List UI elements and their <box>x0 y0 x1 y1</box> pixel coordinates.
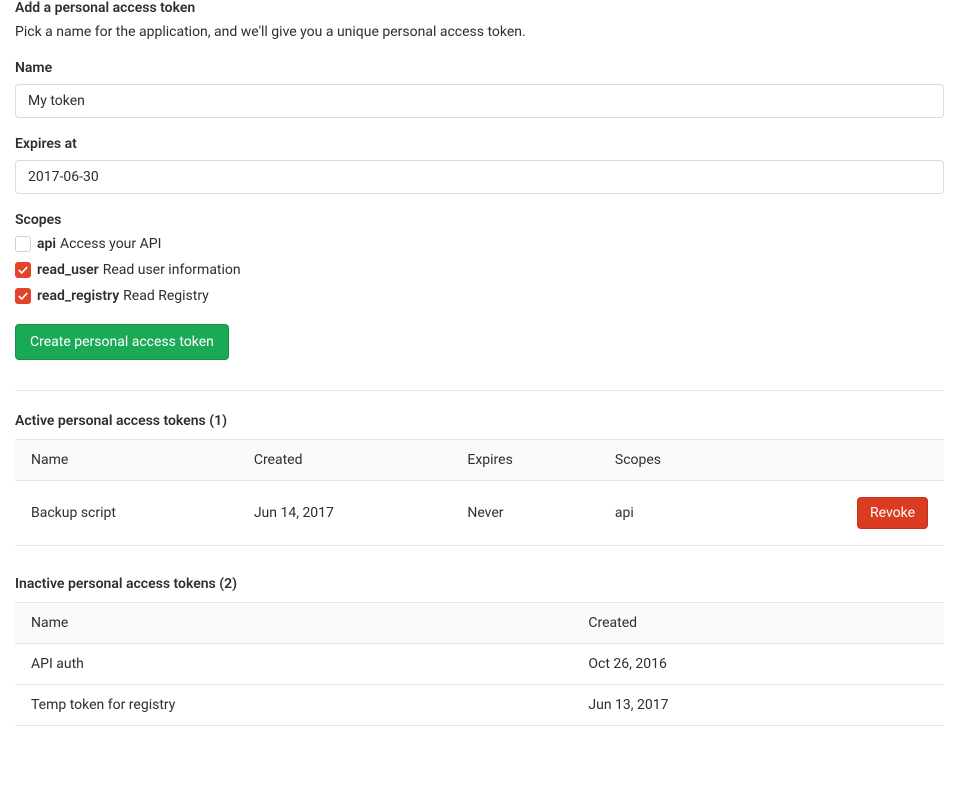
table-row: API auth Oct 26, 2016 <box>15 644 944 685</box>
expires-label: Expires at <box>15 136 944 152</box>
cell-name: Temp token for registry <box>15 685 572 726</box>
table-row: Backup script Jun 14, 2017 Never api Rev… <box>15 481 944 546</box>
col-scopes: Scopes <box>599 440 748 481</box>
table-row: Temp token for registry Jun 13, 2017 <box>15 685 944 726</box>
scope-read-registry: read_registry Read Registry <box>15 288 944 304</box>
form-title: Add a personal access token <box>15 0 944 16</box>
scope-desc: Read Registry <box>123 288 209 304</box>
check-icon <box>18 291 28 301</box>
col-name: Name <box>15 603 572 644</box>
divider <box>15 390 944 391</box>
cell-expires: Never <box>451 481 599 546</box>
inactive-tokens-heading: Inactive personal access tokens (2) <box>15 576 944 592</box>
scope-desc: Access your API <box>60 236 161 252</box>
checkbox-api[interactable] <box>15 236 31 252</box>
active-tokens-table: Name Created Expires Scopes Backup scrip… <box>15 439 944 546</box>
cell-name: API auth <box>15 644 572 685</box>
col-name: Name <box>15 440 238 481</box>
cell-created: Oct 26, 2016 <box>572 644 944 685</box>
expires-input[interactable] <box>15 160 944 194</box>
scope-name: read_registry <box>37 288 119 304</box>
scope-name: api <box>37 236 56 252</box>
col-actions <box>748 440 944 481</box>
cell-actions: Revoke <box>748 481 944 546</box>
table-header-row: Name Created <box>15 603 944 644</box>
revoke-button[interactable]: Revoke <box>857 497 928 529</box>
name-label: Name <box>15 60 944 76</box>
col-created: Created <box>238 440 452 481</box>
cell-name: Backup script <box>15 481 238 546</box>
table-header-row: Name Created Expires Scopes <box>15 440 944 481</box>
active-tokens-heading: Active personal access tokens (1) <box>15 413 944 429</box>
form-description: Pick a name for the application, and we'… <box>15 24 944 40</box>
col-expires: Expires <box>451 440 599 481</box>
scope-name: read_user <box>37 262 99 278</box>
inactive-tokens-table: Name Created API auth Oct 26, 2016 Temp … <box>15 602 944 726</box>
name-input[interactable] <box>15 84 944 118</box>
scope-api: api Access your API <box>15 236 944 252</box>
col-created: Created <box>572 603 944 644</box>
scope-desc: Read user information <box>103 262 241 278</box>
checkbox-read-user[interactable] <box>15 262 31 278</box>
cell-created: Jun 13, 2017 <box>572 685 944 726</box>
scope-read-user: read_user Read user information <box>15 262 944 278</box>
cell-created: Jun 14, 2017 <box>238 481 452 546</box>
create-token-button[interactable]: Create personal access token <box>15 324 229 360</box>
checkbox-read-registry[interactable] <box>15 288 31 304</box>
check-icon <box>18 265 28 275</box>
scopes-label: Scopes <box>15 212 944 228</box>
cell-scopes: api <box>599 481 748 546</box>
